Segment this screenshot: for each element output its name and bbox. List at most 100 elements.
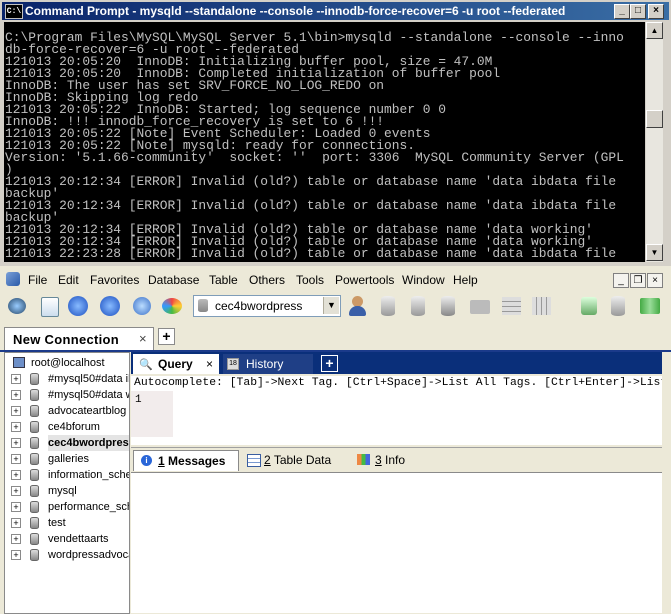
menu-powertools[interactable]: Powertools [335,273,394,287]
tree-database-label: vendettaarts [48,533,109,545]
tab-info[interactable]: 3 Info [353,450,413,470]
close-button[interactable]: × [648,4,664,19]
menu-edit[interactable]: Edit [58,273,79,287]
connection-tab-strip: New Connection × + [0,324,671,352]
expand-icon[interactable]: + [11,390,21,400]
tree-database-label: galleries [48,453,89,465]
menu-file[interactable]: File [28,273,47,287]
scroll-down-icon[interactable]: ▼ [646,244,663,261]
database-icon [30,549,39,561]
scroll-up-icon[interactable]: ▲ [646,22,663,39]
menu-bar: File Edit Favorites Database Table Other… [0,270,671,290]
menu-favorites[interactable]: Favorites [90,273,139,287]
tree-database-label: test [48,517,66,529]
connection-tab[interactable]: New Connection × [4,327,154,350]
new-query-icon[interactable] [38,294,62,318]
app-icon[interactable] [6,272,20,286]
result-tab-strip: i 1 Messages 2 Table Data 3 Info [131,447,662,472]
refresh-icon[interactable] [130,294,154,318]
connect-icon[interactable] [6,294,30,318]
expand-icon[interactable]: + [11,534,21,544]
menu-database[interactable]: Database [148,273,199,287]
database-icon [30,389,39,401]
expand-icon[interactable]: + [11,470,21,480]
query-tab-strip: 🔍 Query × 18 History + [131,352,662,374]
close-icon[interactable]: × [139,331,147,346]
toolbar: cec4bwordpress ▼ [0,290,671,322]
tree-database-label: performance_schema [48,501,129,513]
tab-messages-label: 1 Messages [158,454,226,468]
chevron-down-icon[interactable]: ▼ [323,297,339,314]
user-manager-icon[interactable] [346,294,370,318]
schema-icon[interactable] [160,294,184,318]
expand-icon[interactable]: + [11,454,21,464]
close-icon[interactable]: × [206,357,213,371]
connection-tab-label: New Connection [13,332,120,347]
mdi-close-button[interactable]: × [647,273,663,288]
query-editor[interactable]: 1 [131,391,662,445]
table-structure-icon[interactable] [530,294,554,318]
minimize-button[interactable]: _ [614,4,630,19]
scroll-thumb[interactable] [646,110,663,128]
new-query-tab-button[interactable]: + [321,355,338,372]
autocomplete-hint: Autocomplete: [Tab]->Next Tag. [Ctrl+Spa… [131,376,662,391]
tab-history[interactable]: 18 History [223,354,313,374]
expand-icon[interactable]: + [11,374,21,384]
autocomplete-hint-text: Autocomplete: [Tab]->Next Tag. [Ctrl+Spa… [134,377,662,389]
tab-table-data-label: 2 Table Data [264,453,332,467]
query-icon: 🔍 [139,359,153,371]
cmd-window-title: Command Prompt - mysqld --standalone --c… [25,4,566,18]
calendar-icon: 18 [227,358,239,370]
console-output[interactable]: C:\Program Files\MySQL\MySQL Server 5.1\… [4,22,645,262]
cmd-title-bar[interactable]: C:\ Command Prompt - mysqld --standalone… [2,2,669,20]
table-icon [247,454,261,467]
tab-table-data[interactable]: 2 Table Data [243,450,343,470]
backup-icon[interactable] [438,294,462,318]
console-text: C:\Program Files\MySQL\MySQL Server 5.1\… [5,30,624,261]
database-icon [30,517,39,529]
query-builder-icon[interactable] [638,294,662,318]
table-grid-icon[interactable] [500,294,524,318]
mdi-minimize-button[interactable]: _ [613,273,629,288]
tree-database-label: wordpressadvocate [48,549,129,561]
expand-icon[interactable]: + [11,502,21,512]
tab-query-label: Query [158,357,193,371]
import-icon[interactable] [468,294,492,318]
execute-all-icon[interactable] [98,294,122,318]
expand-icon[interactable]: + [11,438,21,448]
menu-help[interactable]: Help [453,273,478,287]
create-database-icon[interactable] [378,294,402,318]
mdi-restore-button[interactable]: ❐ [630,273,646,288]
expand-icon[interactable]: + [11,406,21,416]
tree-database-label: ce4bforum [48,421,100,433]
database-icon [30,469,39,481]
server-icon [13,357,25,368]
tree-database-label: #mysql50#data ibdata file backup [48,373,129,385]
database-icon [198,299,208,312]
database-selector[interactable]: cec4bwordpress ▼ [193,295,341,317]
expand-icon[interactable]: + [11,518,21,528]
menu-window[interactable]: Window [402,273,445,287]
tree-database-label: cec4bwordpress [48,435,129,451]
tree-database-label: advocateartblog [48,405,127,417]
menu-table[interactable]: Table [209,273,238,287]
tab-query[interactable]: 🔍 Query × [133,354,219,374]
create-table-icon[interactable] [408,294,432,318]
tab-messages[interactable]: i 1 Messages [133,450,239,471]
expand-icon[interactable]: + [11,422,21,432]
command-prompt-window: C:\ Command Prompt - mysqld --standalone… [0,0,671,266]
database-icon [30,501,39,513]
new-connection-button[interactable]: + [158,328,175,345]
info-blocks-icon [357,454,370,465]
maximize-button[interactable]: □ [630,4,646,19]
tab-info-label: 3 Info [375,453,406,467]
schema-sync-icon[interactable] [578,294,602,318]
tab-history-label: History [246,357,284,371]
expand-icon[interactable]: + [11,550,21,560]
data-sync-icon[interactable] [608,294,632,318]
expand-icon[interactable]: + [11,486,21,496]
menu-tools[interactable]: Tools [296,273,324,287]
menu-others[interactable]: Others [249,273,285,287]
execute-query-icon[interactable] [66,294,90,318]
vertical-scrollbar[interactable]: ▲ ▼ [646,22,663,262]
